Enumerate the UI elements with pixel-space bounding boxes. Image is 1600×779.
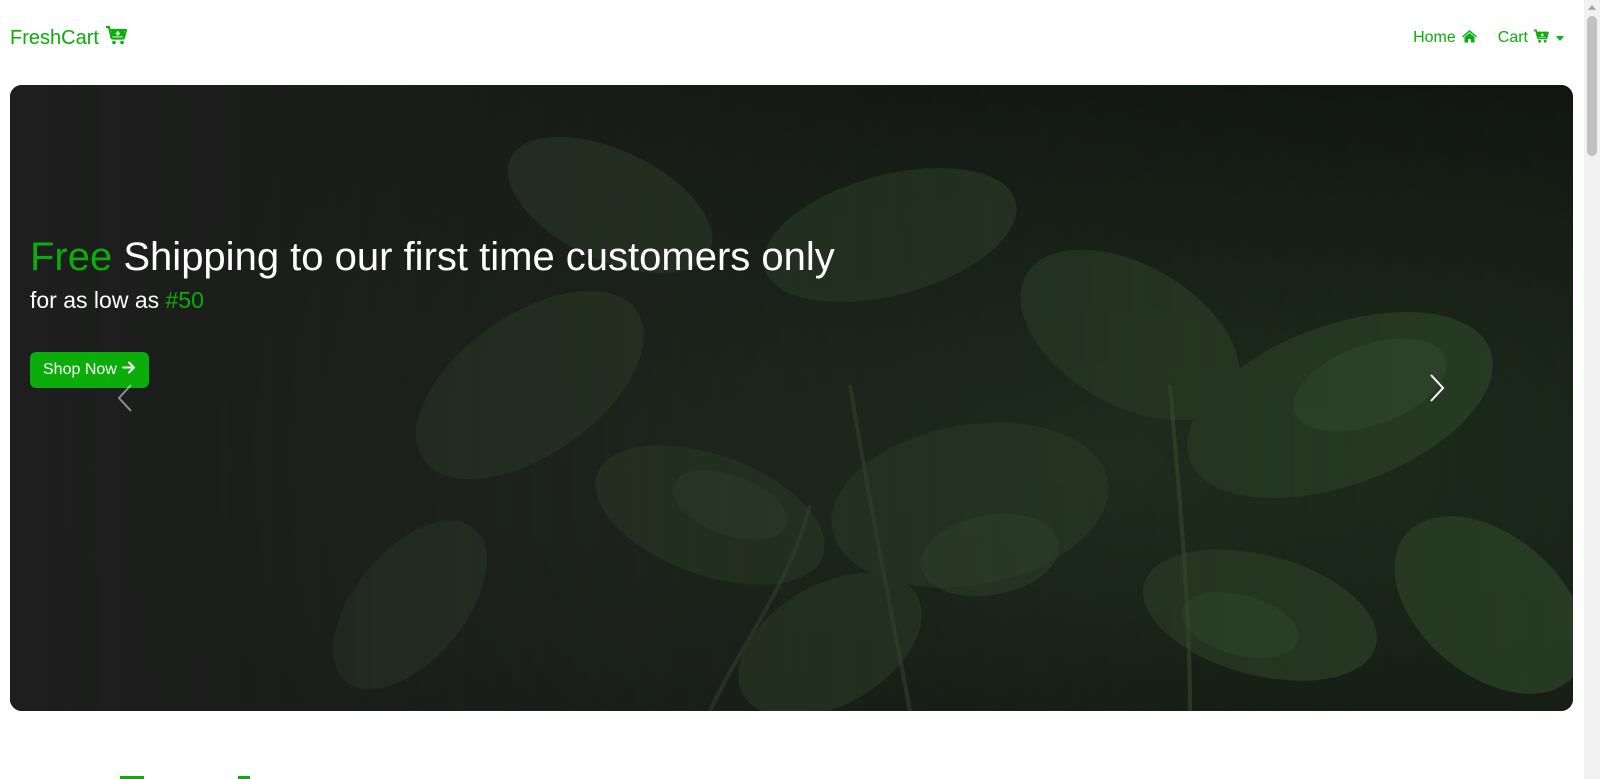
carousel-next-button[interactable] — [1417, 365, 1457, 415]
hero-content: Free Shipping to our first time customer… — [30, 233, 835, 388]
hero-subtitle-price: #50 — [165, 287, 204, 313]
hero-title-rest: Shipping to our first time customers onl… — [123, 235, 835, 279]
chevron-left-icon — [117, 383, 133, 418]
hero-subtitle: for as low as #50 — [30, 287, 835, 314]
hero-title-accent: Free — [30, 235, 113, 279]
scroll-up-icon[interactable] — [1588, 5, 1596, 10]
brand-name: FreshCart — [10, 26, 99, 49]
scrollbar-thumb[interactable] — [1587, 16, 1597, 156]
hero-title: Free Shipping to our first time customer… — [30, 233, 835, 281]
nav-links: Home Cart — [1413, 29, 1564, 48]
home-icon — [1461, 29, 1478, 48]
hero-subtitle-prefix: for as low as — [30, 287, 160, 313]
next-section-heading-peek — [120, 768, 280, 779]
carousel-prev-button[interactable] — [105, 375, 145, 425]
brand-link[interactable]: FreshCart — [10, 25, 128, 51]
nav-link-home[interactable]: Home — [1413, 29, 1478, 48]
nav-link-home-label: Home — [1413, 29, 1456, 46]
hero-carousel: Free Shipping to our first time customer… — [10, 85, 1573, 711]
cart-icon — [1533, 29, 1549, 48]
nav-link-cart[interactable]: Cart — [1498, 29, 1564, 48]
nav-link-cart-label: Cart — [1497, 29, 1528, 46]
navbar: FreshCart Home Cart — [0, 0, 1584, 76]
chevron-down-icon — [1556, 35, 1564, 41]
chevron-right-icon — [1429, 373, 1445, 408]
page-scrollbar[interactable] — [1584, 0, 1600, 779]
cart-icon — [105, 25, 128, 51]
